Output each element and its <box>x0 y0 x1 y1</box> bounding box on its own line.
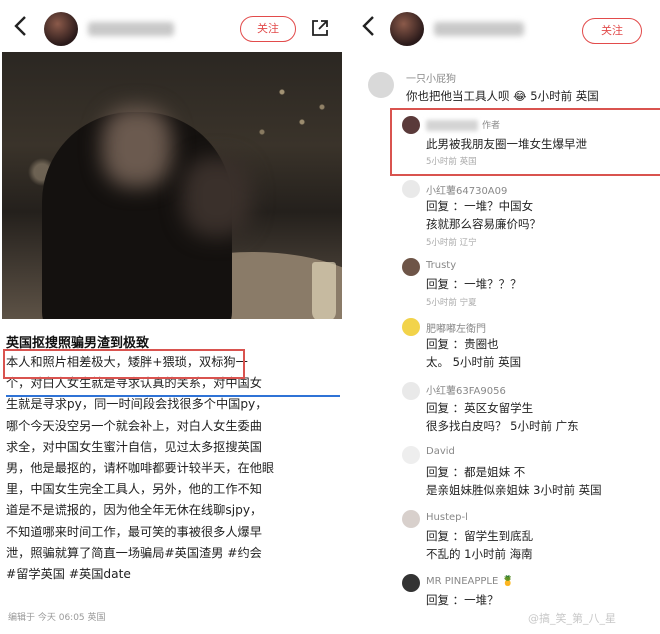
comment-text: 此男被我朋友圈一堆女生爆早泄 <box>426 137 587 151</box>
author-name-blurred <box>88 22 174 36</box>
highlight-box-red <box>3 349 245 379</box>
comment-text: 回复 ：一堆？中国女 <box>426 199 534 213</box>
post-body: 本人和照片相差极大，矮胖+猥琐，双标狗一 个，对白人女生就是寻求认真的关系，对中… <box>6 352 340 585</box>
follow-button[interactable]: 关注 <box>582 18 642 44</box>
comment-text: 回复 ：一堆？ <box>426 593 499 607</box>
commenter-name[interactable]: 小红薯64730A09 <box>426 182 507 197</box>
commenter-name[interactable]: 一只小屁狗 <box>406 70 456 85</box>
comment-meta: 5小时前 英国 <box>426 157 477 167</box>
comment-text: 不乱的 1小时前 海南 <box>426 547 533 561</box>
author-avatar[interactable] <box>44 12 78 46</box>
post-line: 哪个今天没空另一个就会补上，对白人女生委曲 <box>6 418 262 433</box>
comment-text: 回复 ：贵圈也 <box>426 337 499 351</box>
post-line: 不知道哪来时间工作，最可笑的事被很多人爆早 <box>6 524 262 539</box>
post-line: 求全，对中国女生蜜汁自信，见过太多抠搜英国 <box>6 439 262 454</box>
watermark: @搞_笑_第_八_星 <box>528 612 616 625</box>
post-topbar: 关注 <box>0 0 342 58</box>
post-photo[interactable] <box>2 52 342 319</box>
back-arrow-icon[interactable] <box>358 14 382 38</box>
highlight-underline-blue <box>6 395 340 397</box>
post-line: 男，他是最抠的，请杯咖啡都要计较半天，在他眼 <box>6 461 275 476</box>
share-icon[interactable] <box>310 18 330 38</box>
follow-button[interactable]: 关注 <box>240 16 296 42</box>
commenter-avatar[interactable] <box>402 574 420 592</box>
comment-text: 回复 ：都是姐妹 不 <box>426 465 526 479</box>
post-line: 里，中国女生完全工具人，另外，他的工作不知 <box>6 482 262 497</box>
comment-text: 是亲姐妹胜似亲姐妹 3小时前 英国 <box>426 483 602 497</box>
commenter-name[interactable]: MR PINEAPPLE 🍍 <box>426 576 514 587</box>
commenter-name[interactable]: Trusty <box>426 260 456 271</box>
commenter-name[interactable]: Hustep-l <box>426 512 468 523</box>
commenter-name[interactable]: 肥嘟嘟左衛門 <box>426 320 486 335</box>
comment-text: 孩就那么容易廉价吗？ <box>426 217 541 231</box>
comment-text: 回复 ：留学生到底乱 <box>426 529 534 543</box>
commenter-avatar[interactable] <box>402 258 420 276</box>
comments-panel: 关注 一只小屁狗 你也把他当工具人呗 😂 5小时前 英国 作者 此男被我朋友圈一… <box>352 0 660 634</box>
comment-text: 回复 ：一堆？？？ <box>426 277 522 291</box>
commenter-avatar[interactable] <box>402 180 420 198</box>
comment-meta: 5小时前 宁夏 <box>426 298 477 308</box>
post-line: #留学英国 #英国date <box>6 567 131 582</box>
post-footer: 编辑于 今天 06:05 英国 <box>8 613 106 623</box>
back-arrow-icon[interactable] <box>10 14 34 38</box>
author-avatar[interactable] <box>390 12 424 46</box>
commenter-avatar[interactable] <box>402 318 420 336</box>
post-line: 道是不是谎报的，因为他全年无休在线聊sjpy， <box>6 503 263 518</box>
commenter-avatar[interactable] <box>402 382 420 400</box>
post-line: 生就是寻求py，同一时间段会找很多个中国py， <box>6 397 268 412</box>
commenter-avatar[interactable] <box>368 72 394 98</box>
author-name-blurred <box>434 22 524 36</box>
post-line: 泄，照骗就算了简直一场骗局#英国渣男 #约会 <box>6 545 262 560</box>
commenter-avatar[interactable] <box>402 116 420 134</box>
commenter-name[interactable]: 小红薯63FA9056 <box>426 382 506 397</box>
commenter-name[interactable]: 作者 <box>426 118 500 131</box>
comment-text: 很多找白皮吗？ 5小时前 广东 <box>426 419 579 433</box>
comments-topbar: 关注 <box>352 0 660 58</box>
comment-text: 回复 ：英区女留学生 <box>426 401 534 415</box>
post-panel: 关注 英国抠搜照骗男渣到极致 本人和照片相差极大，矮胖+猥琐，双标狗一 个，对白… <box>0 0 342 634</box>
commenter-avatar[interactable] <box>402 446 420 464</box>
commenter-name[interactable]: David <box>426 446 455 457</box>
comment-text: 太。 5小时前 英国 <box>426 355 522 369</box>
comment-meta: 5小时前 辽宁 <box>426 238 477 248</box>
comment-text: 你也把他当工具人呗 😂 5小时前 英国 <box>406 89 599 103</box>
commenter-avatar[interactable] <box>402 510 420 528</box>
